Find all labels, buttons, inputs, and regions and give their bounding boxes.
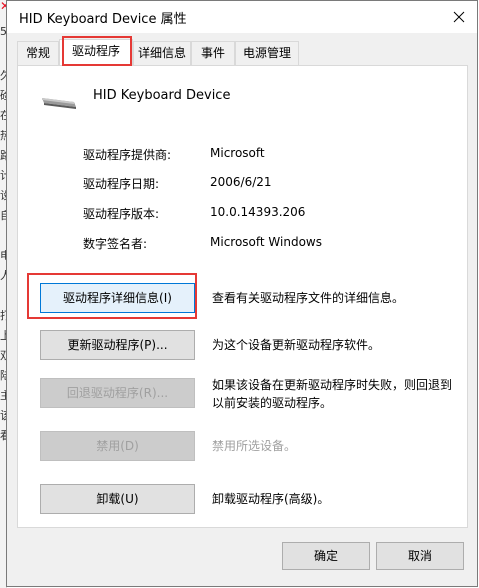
tab-details[interactable]: 详细信息 xyxy=(133,41,191,65)
driver-details-button[interactable]: 驱动程序详细信息(I) xyxy=(40,283,195,313)
update-driver-desc: 为这个设备更新驱动程序软件。 xyxy=(212,338,381,352)
version-value: 10.0.14393.206 xyxy=(210,205,306,219)
disable-device-button: 禁用(D) xyxy=(40,431,195,461)
date-value: 2006/6/21 xyxy=(210,175,272,189)
signer-label: 数字签名者: xyxy=(83,237,148,251)
close-button[interactable] xyxy=(441,1,477,33)
tab-driver[interactable]: 驱动程序 xyxy=(59,39,133,65)
tab-power-management[interactable]: 电源管理 xyxy=(235,41,299,65)
date-label: 驱动程序日期: xyxy=(83,177,160,191)
device-name: HID Keyboard Device xyxy=(93,88,231,103)
driver-details-desc: 查看有关驱动程序文件的详细信息。 xyxy=(212,291,405,305)
cancel-button[interactable]: 取消 xyxy=(376,542,464,570)
disable-device-desc: 禁用所选设备。 xyxy=(212,439,297,453)
title-bar[interactable]: HID Keyboard Device 属性 xyxy=(7,1,477,33)
window-title: HID Keyboard Device 属性 xyxy=(19,12,187,27)
uninstall-driver-button[interactable]: 卸载(U) xyxy=(40,484,195,514)
uninstall-driver-desc: 卸载驱动程序(高级)。 xyxy=(212,492,330,506)
roll-back-driver-desc: 如果该设备在更新驱动程序时失败，则回退到以前安装的驱动程序。 xyxy=(212,378,453,410)
tab-events[interactable]: 事件 xyxy=(191,41,235,65)
provider-label: 驱动程序提供商: xyxy=(83,148,172,162)
keyboard-icon xyxy=(42,98,76,109)
provider-value: Microsoft xyxy=(210,146,265,160)
roll-back-driver-button: 回退驱动程序(R)... xyxy=(40,378,195,408)
properties-dialog: HID Keyboard Device 属性 常规 驱动程序 详细信息 事件 电… xyxy=(6,0,478,587)
signer-value: Microsoft Windows xyxy=(210,235,322,249)
driver-panel: HID Keyboard Device 驱动程序提供商: Microsoft 驱… xyxy=(17,65,468,528)
update-driver-button[interactable]: 更新驱动程序(P)... xyxy=(40,330,195,360)
tab-general[interactable]: 常规 xyxy=(17,41,59,65)
version-label: 驱动程序版本: xyxy=(83,207,160,221)
close-icon xyxy=(453,11,465,23)
ok-button[interactable]: 确定 xyxy=(282,542,370,570)
